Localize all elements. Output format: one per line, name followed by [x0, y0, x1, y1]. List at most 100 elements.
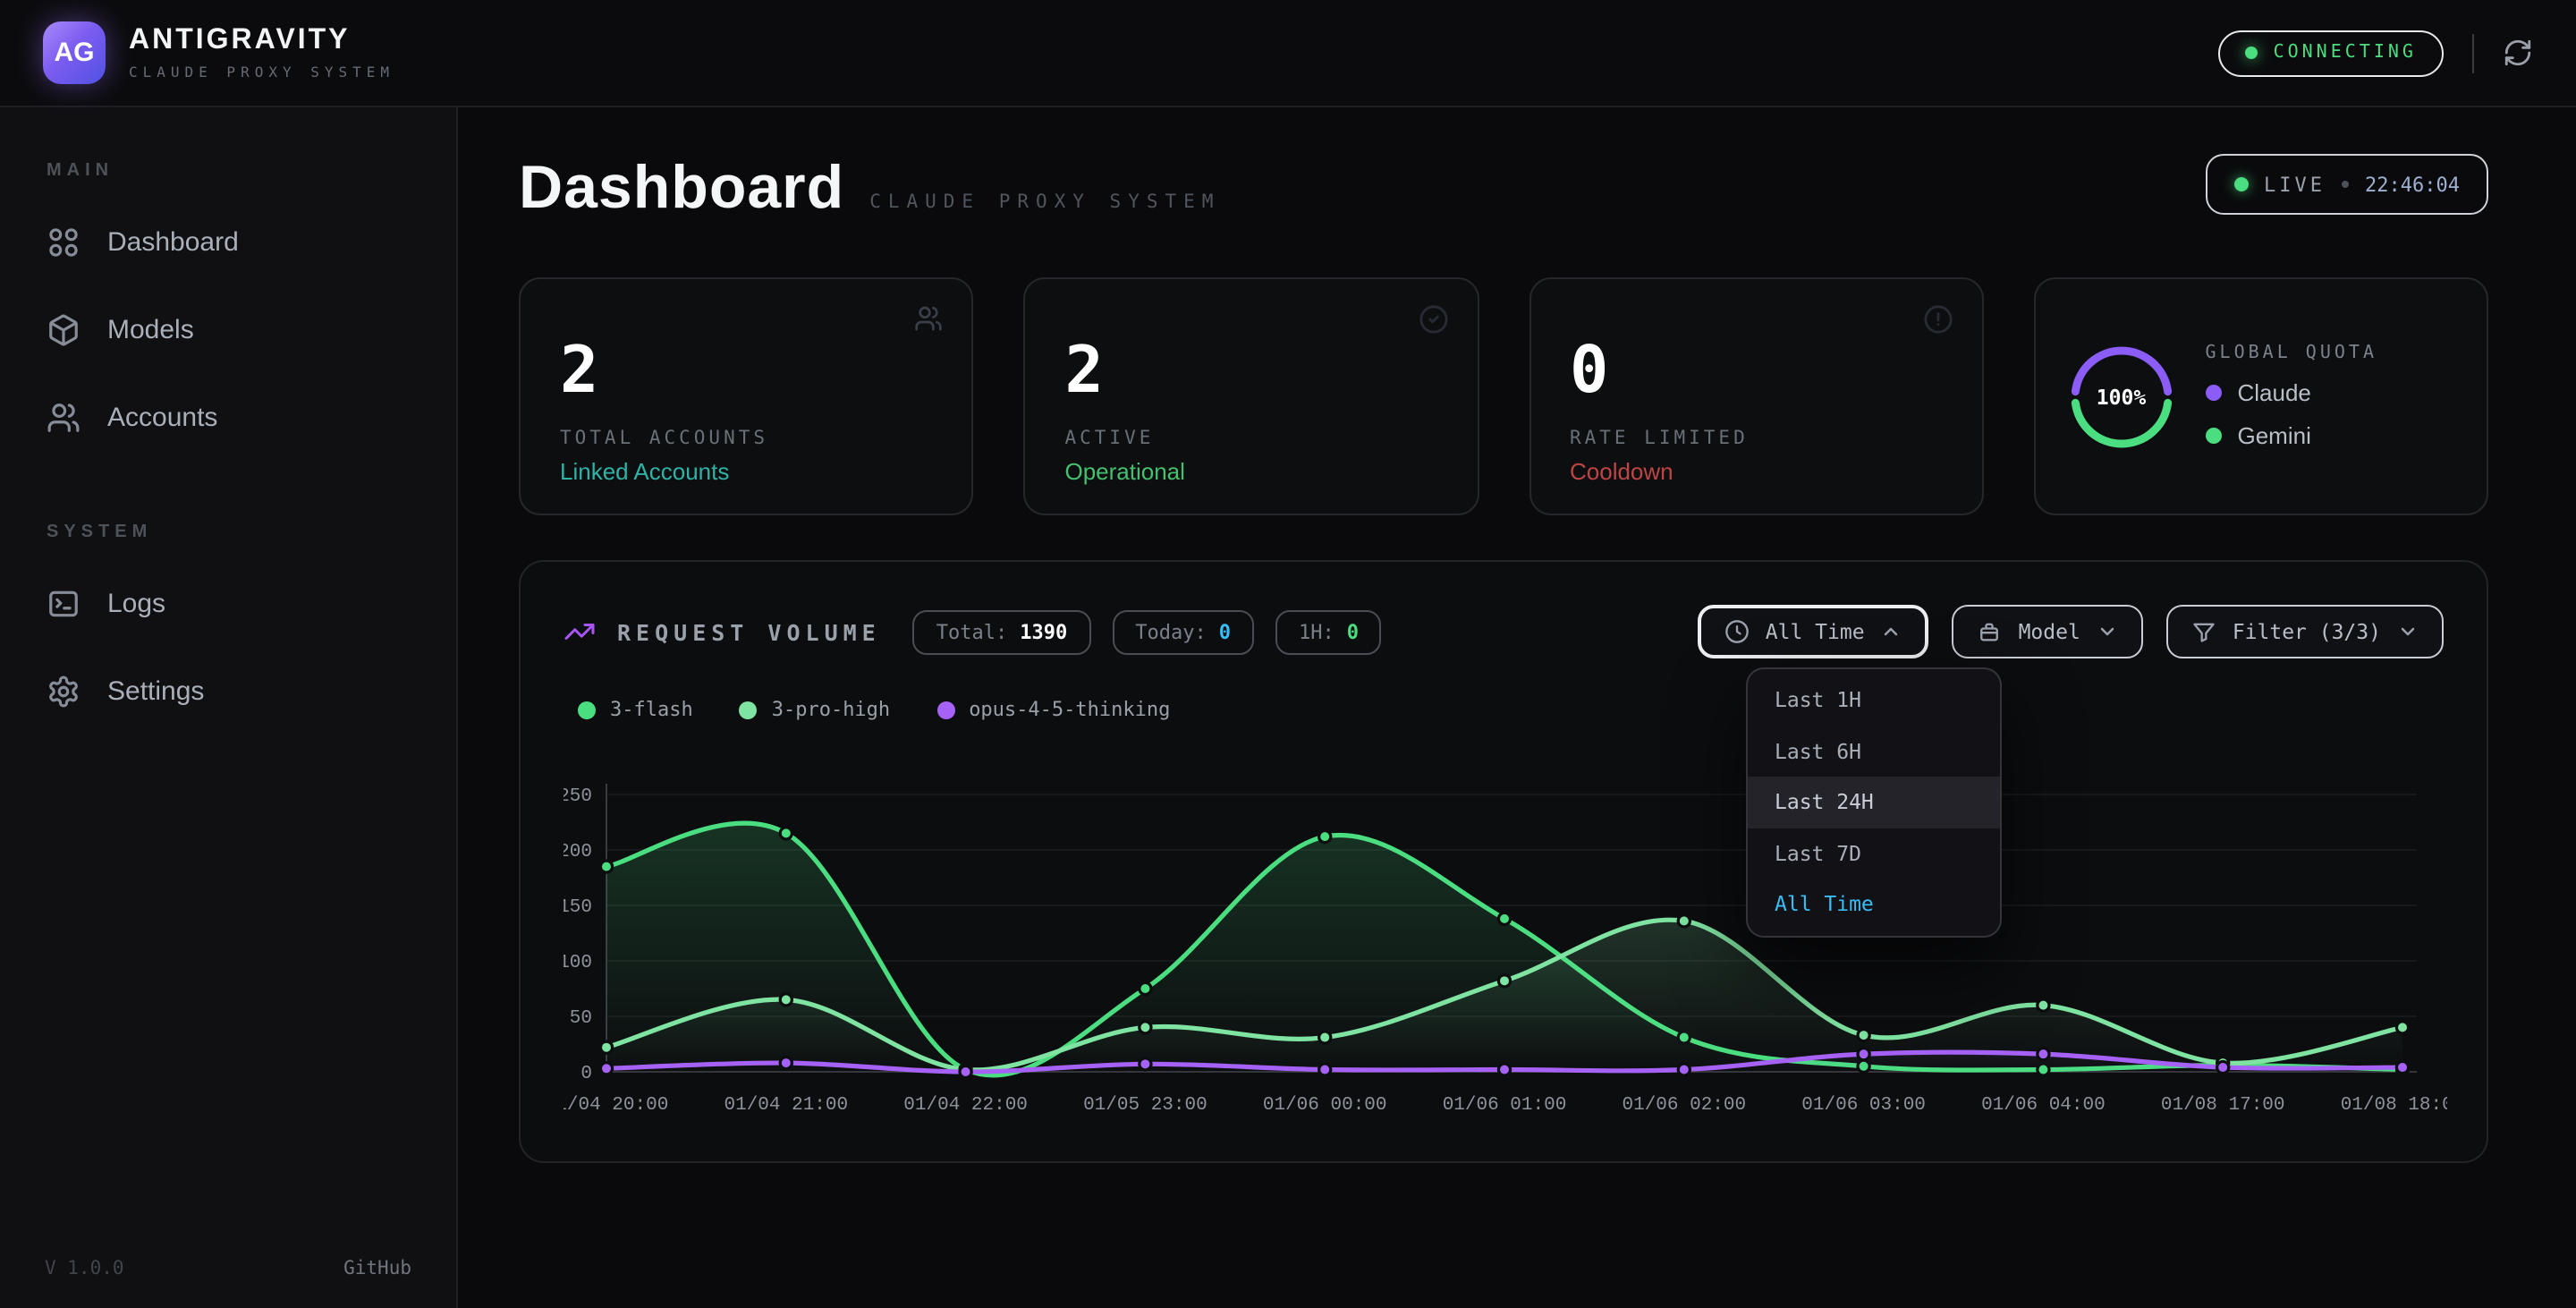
chart-legend: 3-flash 3-pro-high opus-4-5-thinking — [578, 698, 2444, 721]
quota-percent: 100% — [2068, 343, 2175, 450]
sidebar-item-label: Accounts — [107, 403, 217, 433]
sidebar-item-dashboard[interactable]: Dashboard — [0, 199, 456, 286]
sidebar-item-models[interactable]: Models — [0, 286, 456, 374]
app-title: ANTIGRAVITY — [129, 25, 394, 57]
top-header: AG ANTIGRAVITY CLAUDE PROXY SYSTEM CONNE… — [0, 0, 2576, 107]
stat-label: TOTAL ACCOUNTS — [560, 428, 933, 449]
quota-legend-gemini: Gemini — [2206, 422, 2378, 449]
sidebar-section-system: SYSTEM — [0, 522, 456, 542]
sidebar-item-accounts[interactable]: Accounts — [0, 374, 456, 462]
cube-icon — [47, 313, 80, 347]
model-dropdown-button[interactable]: Model — [1953, 605, 2143, 658]
model-box-icon — [1978, 619, 2003, 644]
filter-value: Filter (3/3) — [2233, 619, 2381, 644]
time-range-menu: Last 1H Last 6H Last 24H Last 7D All Tim… — [1746, 667, 2002, 937]
live-clock: 22:46:04 — [2365, 173, 2460, 196]
sidebar-section-main: MAIN — [0, 161, 456, 181]
app-subtitle: CLAUDE PROXY SYSTEM — [129, 64, 394, 81]
status-text: CONNECTING — [2274, 43, 2417, 63]
stat-value: 2 — [560, 340, 933, 404]
check-circle-icon — [1418, 304, 1448, 335]
live-dot — [2233, 177, 2248, 191]
page-subtitle: CLAUDE PROXY SYSTEM — [869, 191, 1220, 213]
sidebar-item-logs[interactable]: Logs — [0, 560, 456, 648]
today-requests-badge: Today: 0 — [1112, 609, 1254, 654]
badge-value: 0 — [1347, 620, 1359, 643]
svg-text:01/08 17:00: 01/08 17:00 — [2161, 1095, 2285, 1116]
svg-text:01/06 00:00: 01/06 00:00 — [1263, 1095, 1387, 1116]
filter-dropdown-button[interactable]: Filter (3/3) — [2166, 605, 2444, 658]
menu-item-last-24h[interactable]: Last 24H — [1748, 777, 2000, 828]
legend-item-3-pro-high: 3-pro-high — [740, 698, 890, 721]
claude-dot — [2206, 385, 2222, 401]
legend-label: 3-pro-high — [772, 698, 890, 721]
brand: AG ANTIGRAVITY CLAUDE PROXY SYSTEM — [43, 21, 394, 84]
grid-icon — [47, 225, 80, 259]
quota-label: GLOBAL QUOTA — [2206, 344, 2378, 363]
stat-card-total-accounts: 2 TOTAL ACCOUNTS Linked Accounts — [519, 277, 974, 515]
live-badge: LIVE 22:46:04 — [2205, 154, 2488, 215]
sidebar: MAIN Dashboard Models Accounts SYSTEM Lo… — [0, 107, 458, 1308]
badge-value: 1390 — [1020, 620, 1067, 643]
page-title: Dashboard — [519, 154, 844, 224]
quota-legend-label: Gemini — [2238, 422, 2311, 449]
quota-legend-claude: Claude — [2206, 379, 2378, 406]
time-range-value: All Time — [1766, 619, 1865, 644]
trending-up-icon — [564, 616, 596, 648]
stat-sub: Cooldown — [1570, 458, 1943, 485]
badge-label: Total: — [936, 620, 1008, 643]
menu-item-last-1h[interactable]: Last 1H — [1748, 675, 2000, 726]
sidebar-item-label: Dashboard — [107, 227, 239, 258]
time-range-dropdown-button[interactable]: All Time — [1698, 605, 1929, 658]
connection-status-badge: CONNECTING — [2218, 30, 2444, 76]
sidebar-item-settings[interactable]: Settings — [0, 648, 456, 735]
funnel-icon — [2191, 619, 2216, 644]
stat-sub: Operational — [1065, 458, 1438, 485]
chevron-down-icon — [2097, 621, 2118, 642]
request-volume-panel: REQUEST VOLUME Total: 1390 Today: 0 1H: … — [519, 560, 2488, 1163]
svg-text:01/06 04:00: 01/06 04:00 — [1981, 1095, 2106, 1116]
legend-label: opus-4-5-thinking — [969, 698, 1170, 721]
badge-label: 1H: — [1299, 620, 1335, 643]
quota-ring-gauge: 100% — [2068, 343, 2175, 450]
menu-item-last-6h[interactable]: Last 6H — [1748, 726, 2000, 777]
clock-icon — [1724, 619, 1750, 644]
app-logo: AG — [43, 21, 106, 84]
stat-card-active: 2 ACTIVE Operational — [1024, 277, 1479, 515]
svg-text:50: 50 — [570, 1008, 592, 1029]
menu-item-all-time[interactable]: All Time — [1748, 879, 2000, 930]
legend-label: 3-flash — [610, 698, 693, 721]
dot-separator — [2342, 181, 2349, 188]
stat-label: ACTIVE — [1065, 428, 1438, 449]
app-root: AG ANTIGRAVITY CLAUDE PROXY SYSTEM CONNE… — [0, 0, 2576, 1308]
svg-text:100: 100 — [564, 953, 592, 973]
app-version: V 1.0.0 — [45, 1258, 124, 1279]
sidebar-item-label: Logs — [107, 589, 165, 619]
svg-text:01/04 21:00: 01/04 21:00 — [724, 1095, 848, 1116]
svg-text:01/05 23:00: 01/05 23:00 — [1083, 1095, 1208, 1116]
stat-value: 0 — [1570, 340, 1943, 404]
menu-item-last-7d[interactable]: Last 7D — [1748, 828, 2000, 879]
legend-dot — [936, 701, 954, 718]
svg-text:250: 250 — [564, 786, 592, 807]
svg-text:01/06 01:00: 01/06 01:00 — [1443, 1095, 1567, 1116]
refresh-button[interactable] — [2503, 38, 2533, 68]
chevron-down-icon — [2397, 621, 2419, 642]
main-content: Dashboard CLAUDE PROXY SYSTEM LIVE 22:46… — [458, 107, 2576, 1308]
badge-value: 0 — [1219, 620, 1231, 643]
chevron-up-icon — [1881, 621, 1902, 642]
svg-text:200: 200 — [564, 842, 592, 862]
panel-title: REQUEST VOLUME — [617, 618, 881, 645]
request-volume-chart: 05010015020025001/04 20:0001/04 21:0001/… — [564, 777, 2447, 1152]
stat-label: RATE LIMITED — [1570, 428, 1943, 449]
legend-item-3-flash: 3-flash — [578, 698, 693, 721]
github-link[interactable]: GitHub — [343, 1258, 411, 1279]
svg-text:01/06 03:00: 01/06 03:00 — [1801, 1095, 1926, 1116]
hour-requests-badge: 1H: 0 — [1275, 609, 1382, 654]
status-dot — [2245, 47, 2258, 59]
stat-value: 2 — [1065, 340, 1438, 404]
stat-sub: Linked Accounts — [560, 458, 933, 485]
quota-legend-label: Claude — [2238, 379, 2311, 406]
users-icon — [47, 401, 80, 435]
refresh-icon — [2503, 38, 2533, 68]
